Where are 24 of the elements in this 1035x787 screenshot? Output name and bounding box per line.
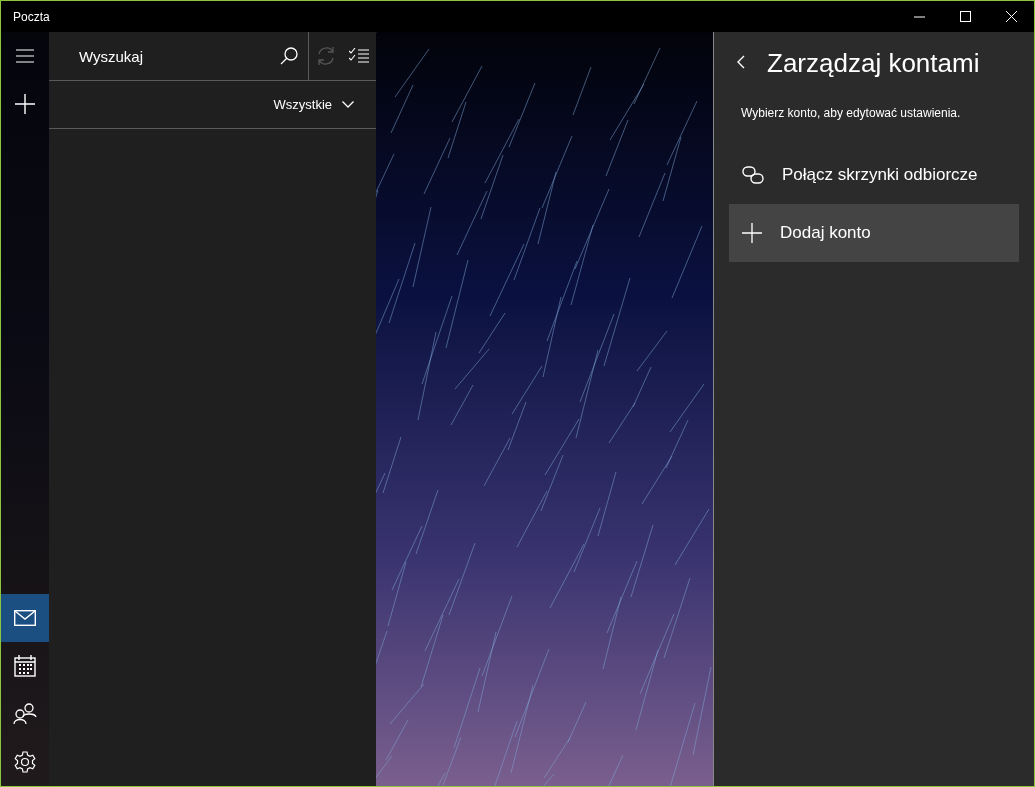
close-icon: [1005, 11, 1017, 22]
plus-icon: [742, 223, 762, 243]
menu-icon: [16, 49, 34, 63]
maximize-icon: [959, 11, 971, 22]
checklist-icon: [349, 48, 370, 64]
mail-nav-button[interactable]: [1, 594, 49, 642]
link-icon: [742, 166, 764, 184]
panel-subtitle: Wybierz konto, aby edytować ustawienia.: [741, 106, 962, 122]
panel-title: Zarządzaj kontami: [767, 47, 980, 79]
chevron-left-icon: [737, 55, 745, 69]
envelope-icon: [14, 610, 36, 626]
sync-icon: [315, 46, 336, 66]
add-account-button[interactable]: Dodaj konto: [729, 204, 1019, 262]
settings-icon: [14, 751, 36, 773]
minimize-icon: [913, 15, 925, 18]
link-inboxes-button[interactable]: Połącz skrzynki odbiorcze: [729, 146, 1019, 204]
people-icon: [13, 703, 37, 725]
chevron-down-icon: [342, 101, 354, 108]
calendar-icon: [14, 655, 36, 677]
window-title: Poczta: [12, 9, 51, 24]
filter-dropdown[interactable]: Wszystkie: [273, 97, 354, 112]
search-field[interactable]: Wyszukaj: [77, 46, 280, 66]
plus-icon: [15, 94, 35, 114]
search-icon: [280, 47, 298, 65]
